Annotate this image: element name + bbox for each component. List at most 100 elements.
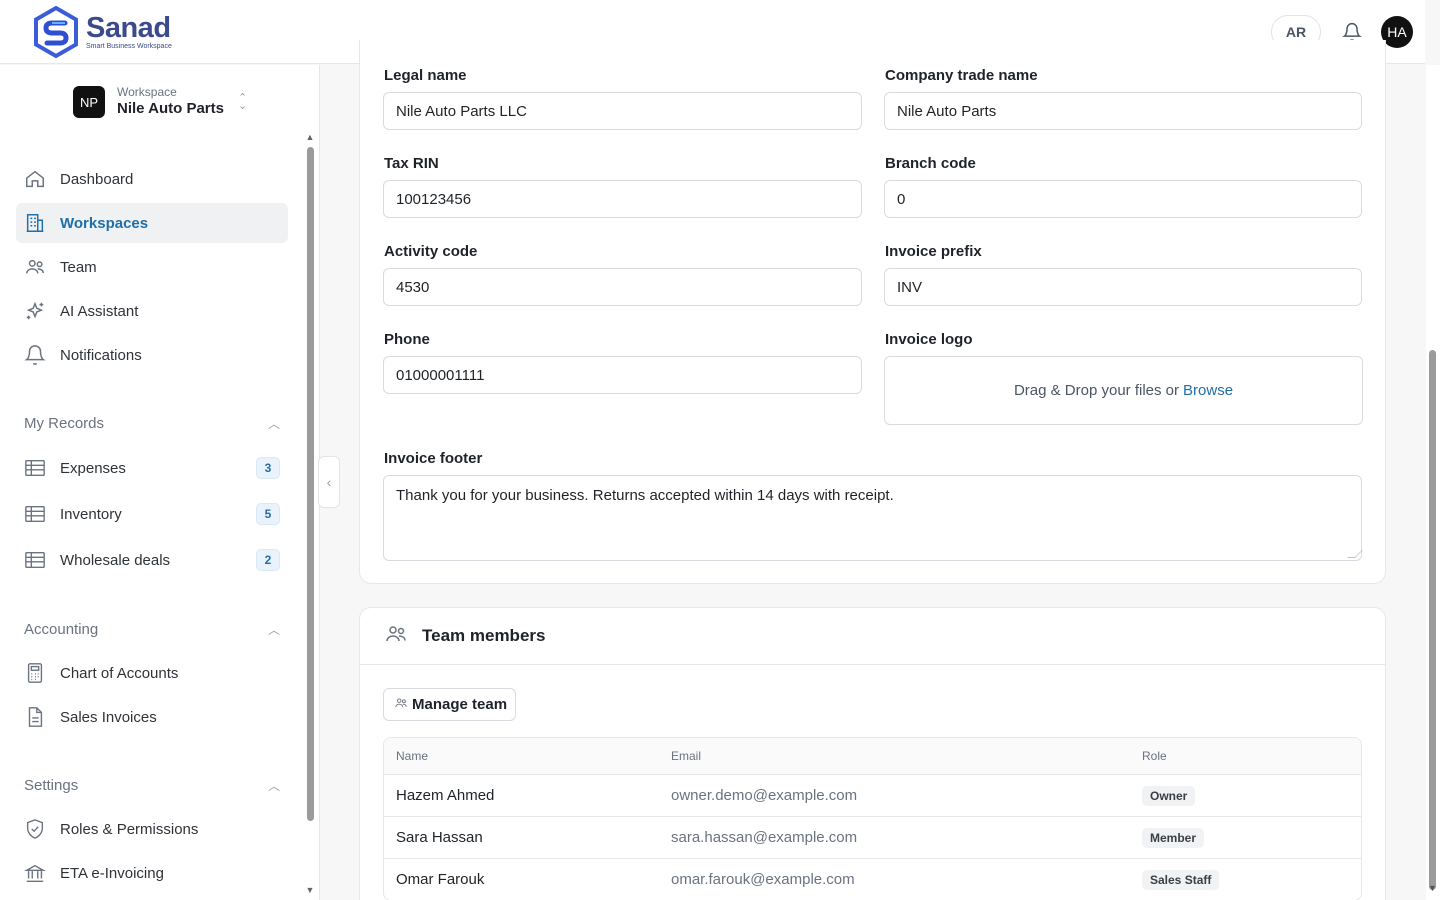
trade-name-label: Company trade name [885,67,1038,84]
collapse-sidebar-button[interactable]: ‹ [318,456,340,508]
branch-code-input[interactable]: 0 [884,180,1362,218]
section-title: Settings [24,777,79,794]
workspace-badge: NP [73,86,105,118]
count-badge: 5 [256,503,280,525]
sidebar-item-sales-invoices[interactable]: Sales Invoices [16,697,288,737]
invoice-logo-label: Invoice logo [885,331,973,348]
activity-code-input[interactable]: 4530 [383,268,862,306]
sidebar-item-expenses[interactable]: Expenses 3 [16,448,288,488]
resize-handle-icon[interactable] [1347,550,1363,558]
tax-rin-label: Tax RIN [384,155,439,172]
users-icon [24,256,46,278]
invoice-prefix-input[interactable]: INV [884,268,1362,306]
sidebar-item-label: Roles & Permissions [60,820,199,838]
scroll-up-arrow-icon[interactable]: ▲ [305,132,315,142]
invoice-logo-dropzone[interactable]: Drag & Drop your files or Browse [884,356,1363,425]
activity-code-label: Activity code [384,243,478,260]
sidebar-item-inventory[interactable]: Inventory 5 [16,494,288,534]
main-scroll-thumb[interactable] [1429,350,1436,890]
main-scrollbar[interactable]: ▼ [1426,65,1440,900]
browse-link[interactable]: Browse [1183,382,1233,399]
sidebar-scroll-thumb[interactable] [307,147,314,821]
column-header-name[interactable]: Name [396,749,428,763]
invoice-footer-text: Thank you for your business. Returns acc… [396,487,894,504]
chevron-left-icon: ‹ [326,474,332,490]
section-accounting[interactable]: Accounting ︿ [24,621,280,638]
sidebar-item-roles-permissions[interactable]: Roles & Permissions [16,809,288,849]
brand-logo[interactable]: Sanad Smart Business Workspace [32,6,172,58]
sidebar-item-label: Notifications [60,346,142,364]
workspace-label: Workspace [117,85,177,99]
table-row[interactable]: Omar Farouk omar.farouk@example.com Sale… [384,858,1361,900]
scroll-down-arrow-icon[interactable]: ▼ [305,885,315,895]
section-title: My Records [24,415,105,432]
role-badge: Owner [1142,785,1196,806]
sidebar-item-label: Team [60,258,97,276]
member-email: omar.farouk@example.com [671,871,855,888]
table-header-row: Name Email Role [384,738,1361,774]
sidebar-item-workspaces[interactable]: Workspaces [16,203,288,243]
section-settings[interactable]: Settings ︿ [24,777,280,794]
sidebar-item-label: Inventory [60,505,122,523]
sidebar-item-wholesale-deals[interactable]: Wholesale deals 2 [16,540,288,580]
member-name: Omar Farouk [396,871,485,888]
workspace-name: Nile Auto Parts [117,100,224,117]
tax-rin-input[interactable]: 100123456 [383,180,862,218]
logo-icon [34,6,78,58]
legal-name-input[interactable]: Nile Auto Parts LLC [383,92,862,130]
manage-team-button[interactable]: Manage team [383,688,516,721]
sidebar-item-notifications[interactable]: Notifications [16,335,288,375]
sidebar-item-label: Expenses [60,459,126,477]
section-my-records[interactable]: My Records ︿ [24,415,280,432]
invoice-footer-textarea[interactable]: Thank you for your business. Returns acc… [383,475,1363,561]
users-icon [394,696,408,714]
sidebar-scrollbar[interactable]: ▲ ▼ [305,132,315,897]
brand-tagline: Smart Business Workspace [86,43,172,50]
sidebar-item-label: Dashboard [60,170,134,188]
sidebar-item-label: Wholesale deals [60,551,171,569]
count-badge: 2 [256,549,280,571]
sparkles-icon [24,300,46,322]
member-name: Sara Hassan [396,829,483,846]
column-header-role[interactable]: Role [1142,749,1167,763]
users-icon [384,622,408,651]
member-email: sara.hassan@example.com [671,829,858,846]
phone-label: Phone [384,331,430,348]
table-row[interactable]: Sara Hassan sara.hassan@example.com Memb… [384,816,1361,858]
sidebar-item-dashboard[interactable]: Dashboard [16,159,288,199]
manage-team-label: Manage team [412,696,508,713]
bank-icon [24,862,46,884]
shield-check-icon [24,818,46,840]
sidebar-item-ai-assistant[interactable]: AI Assistant [16,291,288,331]
sidebar-item-label: Chart of Accounts [60,664,179,682]
table-row[interactable]: Hazem Ahmed owner.demo@example.com Owner [384,774,1361,816]
branch-code-label: Branch code [885,155,976,172]
role-badge: Sales Staff [1142,869,1220,890]
sidebar-item-team[interactable]: Team [16,247,288,287]
document-icon [24,706,46,728]
member-email: owner.demo@example.com [671,787,858,804]
trade-name-input[interactable]: Nile Auto Parts [884,92,1362,130]
dropzone-text: Drag & Drop your files or [1013,382,1180,399]
chevron-up-icon: ︿ [267,417,280,431]
team-members-table: Name Email Role Hazem Ahmed owner.demo@e… [383,737,1362,900]
calculator-icon [24,662,46,684]
legal-name-label: Legal name [384,67,467,84]
brand-name: Sanad [86,12,171,44]
table-icon [24,457,46,479]
phone-input[interactable]: 01000001111 [383,356,862,394]
chevron-up-icon: ︿ [267,779,280,793]
column-header-email[interactable]: Email [671,749,701,763]
invoice-footer-label: Invoice footer [384,450,483,467]
scroll-down-arrow-icon[interactable]: ▼ [1428,883,1437,893]
role-badge: Member [1142,827,1205,848]
table-icon [24,549,46,571]
sidebar-item-label: ETA e-Invoicing [60,864,164,882]
building-icon [24,212,46,234]
workspace-switcher[interactable]: NP Workspace Nile Auto Parts ⌃ ⌄ [73,85,247,119]
team-members-header: Team members [360,608,1385,665]
sidebar-item-chart-of-accounts[interactable]: Chart of Accounts [16,653,288,693]
invoice-prefix-label: Invoice prefix [885,243,982,260]
bell-icon [24,344,46,366]
sidebar-item-eta-e-invoicing[interactable]: ETA e-Invoicing [16,853,288,893]
